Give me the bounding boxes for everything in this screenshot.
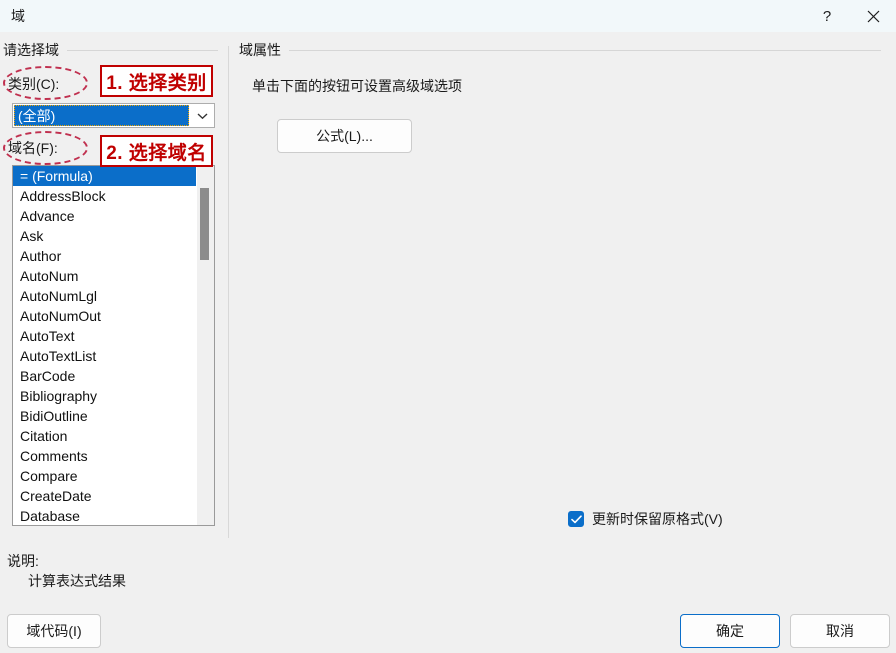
field-properties-group-header: 域属性 — [239, 40, 889, 60]
title-bar: 域 ? — [0, 0, 896, 32]
field-code-button[interactable]: 域代码(I) — [7, 614, 101, 648]
group-divider-rule — [289, 50, 881, 51]
list-item[interactable]: BidiOutline — [13, 406, 196, 426]
list-item[interactable]: AutoNumOut — [13, 306, 196, 326]
fieldname-label: 域名(F): — [8, 138, 58, 158]
category-combobox[interactable]: (全部) — [12, 103, 215, 128]
select-field-group-header: 请选择域 — [0, 40, 228, 60]
list-item[interactable]: Advance — [13, 206, 196, 226]
preserve-format-checkbox[interactable] — [568, 511, 584, 527]
chevron-down-icon[interactable] — [190, 104, 214, 127]
fieldname-list-scrollbar[interactable] — [196, 166, 214, 525]
list-item[interactable]: BarCode — [13, 366, 196, 386]
close-icon — [867, 10, 880, 23]
field-properties-group: 域属性 — [239, 40, 889, 60]
scrollbar-thumb[interactable] — [200, 188, 209, 260]
group-divider-rule — [67, 50, 218, 51]
preserve-format-row[interactable]: 更新时保留原格式(V) — [568, 509, 723, 529]
cancel-button[interactable]: 取消 — [790, 614, 890, 648]
help-button[interactable]: ? — [804, 0, 850, 32]
close-button[interactable] — [850, 0, 896, 32]
list-item[interactable]: AutoTextList — [13, 346, 196, 366]
list-item[interactable]: Ask — [13, 226, 196, 246]
ok-button[interactable]: 确定 — [680, 614, 780, 648]
field-properties-hint: 单击下面的按钮可设置高级域选项 — [252, 76, 462, 96]
list-item[interactable]: Compare — [13, 466, 196, 486]
description-label: 说明: — [7, 551, 39, 571]
description-value: 计算表达式结果 — [28, 571, 126, 591]
field-properties-group-title: 域属性 — [239, 40, 281, 60]
list-item[interactable]: AutoText — [13, 326, 196, 346]
list-item[interactable]: Citation — [13, 426, 196, 446]
panel-divider — [228, 46, 229, 538]
list-item[interactable]: Comments — [13, 446, 196, 466]
list-item[interactable]: AutoNumLgl — [13, 286, 196, 306]
list-item[interactable]: = (Formula) — [13, 166, 196, 186]
check-icon — [571, 515, 582, 524]
annotation-box-2: 2. 选择域名 — [100, 135, 213, 167]
preserve-format-label: 更新时保留原格式(V) — [592, 509, 723, 529]
category-combobox-value: (全部) — [14, 105, 189, 126]
list-item[interactable]: Database — [13, 506, 196, 525]
list-item[interactable]: Author — [13, 246, 196, 266]
list-item[interactable]: AutoNum — [13, 266, 196, 286]
formula-button[interactable]: 公式(L)... — [277, 119, 412, 153]
select-field-group-title: 请选择域 — [3, 40, 59, 60]
select-field-group: 请选择域 — [0, 40, 228, 60]
window-title: 域 — [11, 0, 25, 32]
list-item[interactable]: CreateDate — [13, 486, 196, 506]
list-item[interactable]: Bibliography — [13, 386, 196, 406]
list-item[interactable]: AddressBlock — [13, 186, 196, 206]
annotation-box-1: 1. 选择类别 — [100, 65, 213, 97]
fieldname-listbox[interactable]: = (Formula)AddressBlockAdvanceAskAuthorA… — [12, 165, 215, 526]
question-mark-icon: ? — [823, 8, 831, 25]
category-label: 类别(C): — [8, 74, 59, 94]
fieldname-list[interactable]: = (Formula)AddressBlockAdvanceAskAuthorA… — [13, 166, 196, 525]
